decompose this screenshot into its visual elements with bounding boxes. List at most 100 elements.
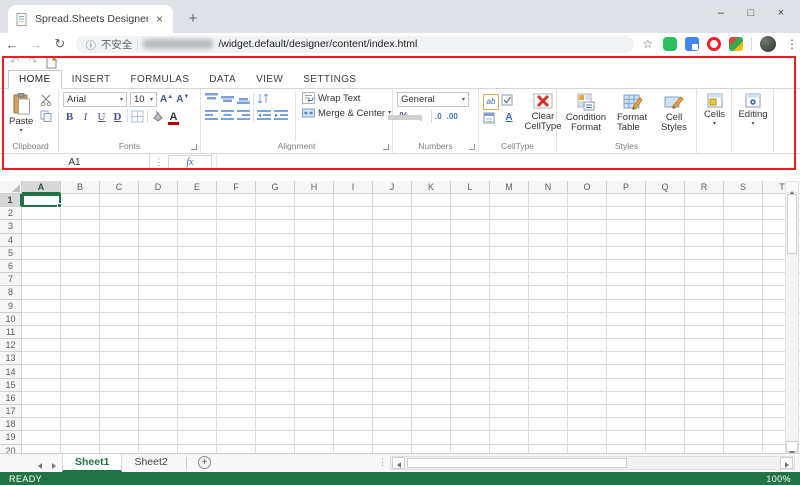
address-bar[interactable]: ⓘ 不安全 /widget.default/designer/content/i… (76, 36, 635, 53)
cell-f6[interactable] (217, 260, 256, 273)
cell-i12[interactable] (334, 339, 373, 352)
cell-f11[interactable] (217, 326, 256, 339)
formula-input[interactable] (216, 154, 800, 171)
cell-c3[interactable] (100, 220, 139, 233)
column-header-i[interactable]: I (334, 181, 373, 194)
cell-f14[interactable] (217, 365, 256, 378)
cell-i19[interactable] (334, 431, 373, 444)
cell-a9[interactable] (22, 300, 61, 313)
cell-e2[interactable] (178, 207, 217, 220)
cell-s2[interactable] (724, 207, 763, 220)
cell-l10[interactable] (451, 313, 490, 326)
cell-j13[interactable] (373, 352, 412, 365)
cell-p8[interactable] (607, 286, 646, 299)
browser-tab[interactable]: Spread.Sheets Designer × (8, 5, 173, 33)
cell-g11[interactable] (256, 326, 295, 339)
cell-n3[interactable] (529, 220, 568, 233)
ribbon-tab-data[interactable]: DATA (199, 71, 246, 88)
cell-h4[interactable] (295, 234, 334, 247)
window-maximize-button[interactable]: □ (736, 0, 766, 28)
cell-c10[interactable] (100, 313, 139, 326)
horizontal-scroll-thumb[interactable] (407, 458, 627, 468)
cell-c5[interactable] (100, 247, 139, 260)
add-sheet-button[interactable]: + (198, 456, 211, 469)
column-header-p[interactable]: P (607, 181, 646, 194)
cell-p3[interactable] (607, 220, 646, 233)
cell-b8[interactable] (61, 286, 100, 299)
cell-o19[interactable] (568, 431, 607, 444)
cell-n1[interactable] (529, 194, 568, 207)
cell-k5[interactable] (412, 247, 451, 260)
column-header-r[interactable]: R (685, 181, 724, 194)
cell-d16[interactable] (139, 392, 178, 405)
bold-button[interactable]: B (63, 111, 76, 123)
cell-a14[interactable] (22, 365, 61, 378)
cell-n20[interactable] (529, 445, 568, 453)
cell-g13[interactable] (256, 352, 295, 365)
cell-i5[interactable] (334, 247, 373, 260)
cell-r3[interactable] (685, 220, 724, 233)
cell-k16[interactable] (412, 392, 451, 405)
cell-q6[interactable] (646, 260, 685, 273)
cell-p1[interactable] (607, 194, 646, 207)
cell-r15[interactable] (685, 379, 724, 392)
cell-r12[interactable] (685, 339, 724, 352)
cell-j4[interactable] (373, 234, 412, 247)
cell-q16[interactable] (646, 392, 685, 405)
cell-r10[interactable] (685, 313, 724, 326)
cell-k15[interactable] (412, 379, 451, 392)
cell-h11[interactable] (295, 326, 334, 339)
vertical-scroll-thumb[interactable] (787, 194, 797, 254)
cell-l16[interactable] (451, 392, 490, 405)
cell-g18[interactable] (256, 418, 295, 431)
cell-i18[interactable] (334, 418, 373, 431)
cell-p10[interactable] (607, 313, 646, 326)
cell-q13[interactable] (646, 352, 685, 365)
cell-c13[interactable] (100, 352, 139, 365)
cell-g3[interactable] (256, 220, 295, 233)
cell-q12[interactable] (646, 339, 685, 352)
cell-n11[interactable] (529, 326, 568, 339)
cell-s7[interactable] (724, 273, 763, 286)
cell-p17[interactable] (607, 405, 646, 418)
cell-m5[interactable] (490, 247, 529, 260)
cell-r18[interactable] (685, 418, 724, 431)
cell-a17[interactable] (22, 405, 61, 418)
opera-extension-icon[interactable] (707, 37, 721, 51)
cell-s6[interactable] (724, 260, 763, 273)
cell-j20[interactable] (373, 445, 412, 453)
align-left-icon[interactable] (205, 110, 218, 121)
cell-h5[interactable] (295, 247, 334, 260)
cell-j17[interactable] (373, 405, 412, 418)
cell-d7[interactable] (139, 273, 178, 286)
cell-r20[interactable] (685, 445, 724, 453)
cell-c6[interactable] (100, 260, 139, 273)
cell-m2[interactable] (490, 207, 529, 220)
cell-f10[interactable] (217, 313, 256, 326)
cell-d17[interactable] (139, 405, 178, 418)
cell-a16[interactable] (22, 392, 61, 405)
cell-c12[interactable] (100, 339, 139, 352)
cell-e3[interactable] (178, 220, 217, 233)
cell-l17[interactable] (451, 405, 490, 418)
cell-g2[interactable] (256, 207, 295, 220)
cell-a20[interactable] (22, 445, 61, 453)
cell-r16[interactable] (685, 392, 724, 405)
align-middle-icon[interactable] (221, 93, 234, 104)
cell-e6[interactable] (178, 260, 217, 273)
column-header-m[interactable]: M (490, 181, 529, 194)
cell-c8[interactable] (100, 286, 139, 299)
cell-d6[interactable] (139, 260, 178, 273)
cell-i8[interactable] (334, 286, 373, 299)
column-header-d[interactable]: D (139, 181, 178, 194)
column-header-l[interactable]: L (451, 181, 490, 194)
prev-sheet-icon[interactable] (38, 460, 42, 472)
cell-r4[interactable] (685, 234, 724, 247)
cell-i15[interactable] (334, 379, 373, 392)
cell-o3[interactable] (568, 220, 607, 233)
cell-e10[interactable] (178, 313, 217, 326)
cell-s8[interactable] (724, 286, 763, 299)
cell-k4[interactable] (412, 234, 451, 247)
bookmark-star-icon[interactable]: ☆ (642, 37, 653, 51)
cell-s12[interactable] (724, 339, 763, 352)
